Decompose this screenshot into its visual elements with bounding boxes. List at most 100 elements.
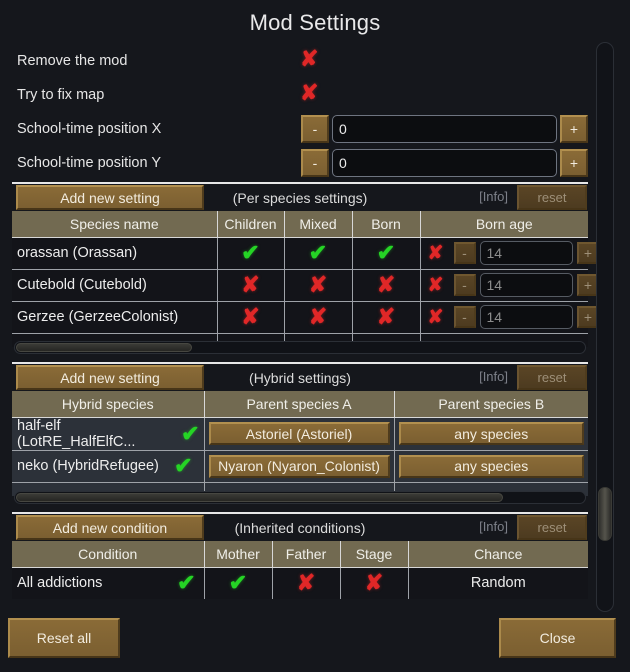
- born-age-input[interactable]: 14: [479, 241, 573, 265]
- column-header-born-age: Born age: [420, 211, 588, 238]
- column-header-chance: Chance: [408, 541, 588, 568]
- species-mixed-toggle[interactable]: ✘: [284, 269, 353, 302]
- condition-enabled-toggle[interactable]: ✔: [177, 572, 203, 594]
- species-born-toggle[interactable]: ✘: [352, 269, 421, 302]
- species-table-hscrollbar[interactable]: [14, 341, 586, 354]
- hybrid-header: (Hybrid settings) Add new setting [Info]…: [12, 365, 588, 391]
- school-time-y-increment-button[interactable]: +: [560, 149, 588, 177]
- column-header-parent-species-b: Parent species B: [394, 391, 588, 418]
- species-born-age-cell: ✘ - 14 +: [420, 301, 599, 334]
- page-title: Mod Settings: [249, 10, 381, 35]
- species-born-age-cell: ✘ - 14 +: [420, 269, 599, 302]
- per-species-header: (Per species settings) Add new setting […: [12, 185, 588, 211]
- check-icon: ✔: [241, 240, 260, 265]
- cross-icon: ✘: [376, 272, 396, 297]
- main-vertical-scrollbar-thumb[interactable]: [598, 487, 612, 541]
- cross-icon: ✘: [308, 304, 328, 329]
- table-row: half-elf (LotRE_HalfElfC... ✔ Astoriel (…: [12, 417, 588, 451]
- main-vertical-scrollbar[interactable]: [596, 42, 614, 612]
- check-icon: ✔: [376, 240, 396, 265]
- add-new-condition-button[interactable]: Add new condition: [16, 515, 204, 540]
- reset-button-conditions[interactable]: reset: [517, 515, 587, 540]
- reset-button-hybrid[interactable]: reset: [517, 365, 587, 390]
- parent-species-b-button[interactable]: any species: [398, 454, 584, 478]
- hybrid-species-label: neko (HybridRefugee): [17, 458, 159, 474]
- close-button[interactable]: Close: [499, 618, 616, 658]
- table-row: orassan (Orassan) ✔ ✔ ✔ ✘ - 14 +: [12, 237, 599, 270]
- species-children-toggle[interactable]: ✘: [217, 301, 285, 334]
- parent-species-b-button[interactable]: any species: [398, 422, 584, 445]
- column-header-stage: Stage: [340, 541, 409, 568]
- cross-icon: ✘: [364, 570, 384, 596]
- species-mixed-toggle[interactable]: ✔: [284, 237, 353, 270]
- check-icon: ✔: [181, 420, 200, 446]
- table-row: Gerzee (GerzeeColonist) ✘ ✘ ✘ ✘ - 14 +: [12, 301, 599, 334]
- hybrid-table-hscrollbar[interactable]: [14, 491, 586, 504]
- species-children-toggle[interactable]: ✘: [217, 269, 285, 302]
- born-age-decrement-button[interactable]: -: [453, 306, 476, 328]
- born-age-decrement-button[interactable]: -: [453, 242, 476, 264]
- condition-father-toggle[interactable]: ✘: [272, 567, 341, 599]
- parent-species-a-button[interactable]: Nyaron (Nyaron_Colonist): [208, 454, 390, 478]
- hybrid-enabled-toggle[interactable]: ✔: [181, 420, 203, 446]
- reset-all-button[interactable]: Reset all: [8, 618, 120, 658]
- condition-name-cell: All addictions ✔: [12, 567, 205, 599]
- hybrid-species-label: half-elf (LotRE_HalfElfC...: [17, 417, 136, 450]
- species-table-hscrollbar-thumb[interactable]: [16, 343, 192, 352]
- inherited-conditions-table: Condition Mother Father Stage Chance All…: [12, 541, 588, 599]
- born-age-decrement-button[interactable]: -: [453, 274, 476, 296]
- info-link-hybrid[interactable]: [Info]: [479, 369, 508, 384]
- school-time-y-decrement-button[interactable]: -: [301, 149, 329, 177]
- add-new-setting-button-species[interactable]: Add new setting: [16, 185, 204, 210]
- column-header-species-name: Species name: [12, 211, 218, 238]
- cross-icon: ✘: [241, 272, 260, 297]
- table-header-row: Species name Children Mixed Born Born ag…: [12, 211, 588, 238]
- info-link-conditions[interactable]: [Info]: [479, 519, 508, 534]
- born-age-input[interactable]: 14: [479, 305, 573, 329]
- species-name-cell: Cutebold (Cutebold): [12, 269, 218, 302]
- hybrid-table: Hybrid species Parent species A Parent s…: [12, 391, 588, 496]
- info-link-species[interactable]: [Info]: [479, 189, 508, 204]
- column-header-children: Children: [217, 211, 285, 238]
- hybrid-species-cell: half-elf (LotRE_HalfElfC... ✔: [12, 417, 205, 451]
- school-time-x-increment-button[interactable]: +: [560, 115, 588, 143]
- hybrid-parent-a-cell: Astoriel (Astoriel): [204, 417, 395, 451]
- species-born-toggle[interactable]: ✔: [352, 237, 421, 270]
- reset-button-species[interactable]: reset: [517, 185, 587, 210]
- born-age-input[interactable]: 14: [479, 273, 573, 297]
- column-header-hybrid-species: Hybrid species: [12, 391, 205, 418]
- section-divider: [12, 362, 588, 364]
- cross-icon: ✘: [241, 304, 260, 329]
- species-born-toggle[interactable]: ✘: [352, 301, 421, 334]
- cross-icon: ✘: [427, 306, 444, 328]
- species-born-age-toggle[interactable]: ✘: [421, 244, 451, 263]
- condition-label: All addictions: [17, 575, 103, 592]
- cross-icon: ✘: [300, 46, 319, 71]
- add-new-setting-button-hybrid[interactable]: Add new setting: [16, 365, 204, 390]
- condition-stage-toggle[interactable]: ✘: [340, 567, 409, 599]
- column-header-mixed: Mixed: [284, 211, 353, 238]
- school-time-x-decrement-button[interactable]: -: [301, 115, 329, 143]
- school-time-x-input[interactable]: 0: [332, 115, 557, 143]
- option-label-remove-the-mod: Remove the mod: [17, 53, 128, 69]
- section-divider: [12, 512, 588, 514]
- species-born-age-toggle[interactable]: ✘: [421, 276, 451, 295]
- mod-settings-window: Mod Settings Remove the mod ✘ Try to fix…: [0, 0, 630, 672]
- species-name-cell: Gerzee (GerzeeColonist): [12, 301, 218, 334]
- check-icon: ✔: [174, 453, 193, 478]
- column-header-condition: Condition: [12, 541, 205, 568]
- hybrid-table-hscrollbar-thumb[interactable]: [16, 493, 503, 502]
- hybrid-species-cell: neko (HybridRefugee) ✔: [12, 450, 205, 483]
- species-born-age-toggle[interactable]: ✘: [421, 308, 451, 327]
- condition-mother-toggle[interactable]: ✔: [204, 567, 273, 599]
- species-children-toggle[interactable]: ✔: [217, 237, 285, 270]
- option-label-try-to-fix-map: Try to fix map: [17, 87, 105, 103]
- condition-chance-cell[interactable]: Random: [408, 567, 588, 599]
- school-time-y-input[interactable]: 0: [332, 149, 557, 177]
- toggle-remove-the-mod[interactable]: ✘: [300, 48, 318, 71]
- toggle-try-to-fix-map[interactable]: ✘: [300, 82, 318, 105]
- species-mixed-toggle[interactable]: ✘: [284, 301, 353, 334]
- table-row: Cutebold (Cutebold) ✘ ✘ ✘ ✘ - 14 +: [12, 269, 599, 302]
- hybrid-enabled-toggle[interactable]: ✔: [174, 455, 203, 477]
- parent-species-a-button[interactable]: Astoriel (Astoriel): [208, 422, 390, 445]
